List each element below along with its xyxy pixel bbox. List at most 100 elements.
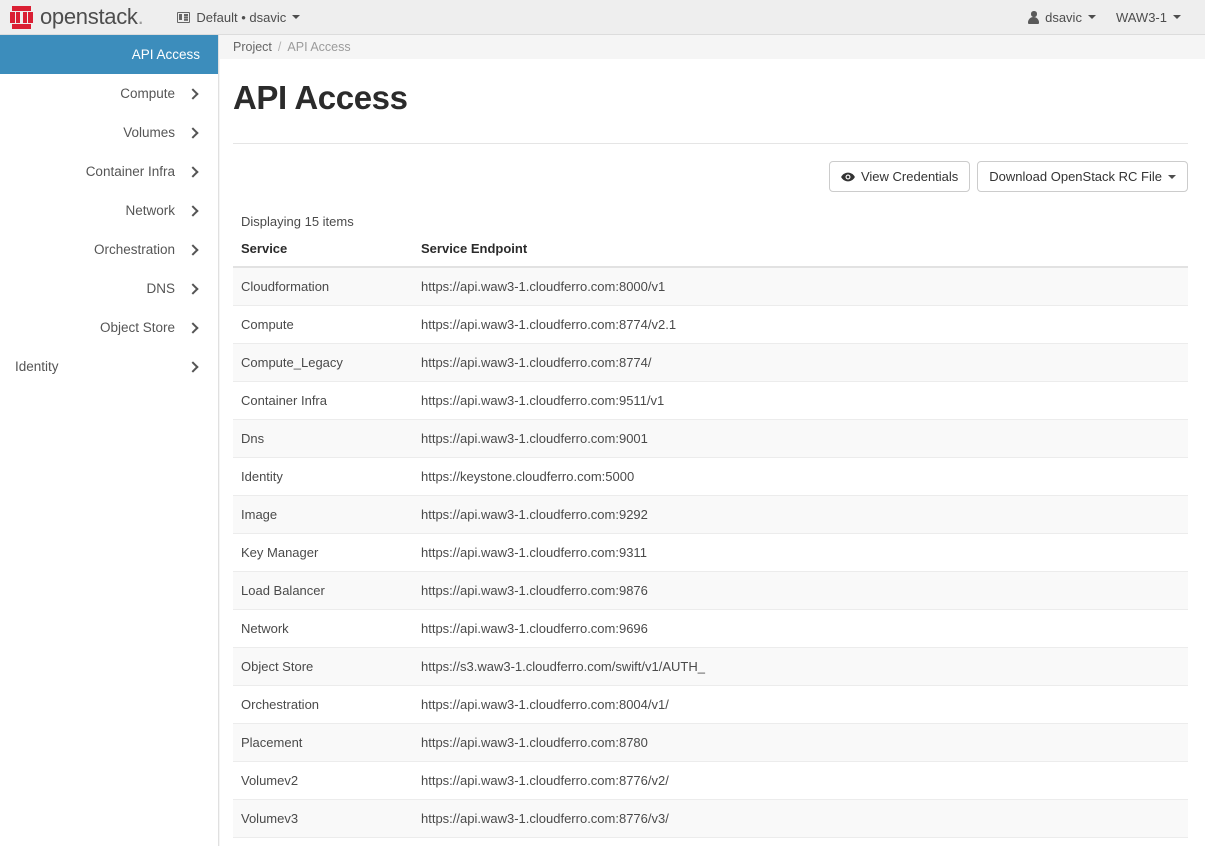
cell-service-endpoint: https://api.waw3-1.cloudferro.com:8776/v…	[413, 761, 1188, 801]
sidebar-item-label: Container Infra	[85, 164, 175, 179]
sidebar-item-network[interactable]: Network	[0, 191, 218, 230]
chevron-right-icon	[187, 243, 200, 256]
column-header-service-endpoint[interactable]: Service Endpoint	[413, 241, 1188, 269]
sidebar-item-label: Volumes	[123, 125, 175, 140]
cell-service-endpoint: https://api.waw3-1.cloudferro.com:8004/v…	[413, 685, 1188, 725]
table-foot: Displaying 15 items	[233, 837, 1188, 846]
cell-service: Compute_Legacy	[233, 343, 413, 383]
sidebar-item-compute[interactable]: Compute	[0, 74, 218, 113]
chevron-right-icon	[187, 87, 200, 100]
table-row: Load Balancer https://api.waw3-1.cloudfer…	[233, 571, 1188, 611]
chevron-right-icon	[187, 360, 200, 373]
openstack-logo-icon	[10, 5, 33, 29]
brand-wordmark: openstack.	[40, 4, 144, 29]
page-title: API Access	[233, 79, 408, 116]
cell-service: Cloudformation	[233, 267, 413, 307]
cell-service: Identity	[233, 457, 413, 497]
region-menu[interactable]: WAW3-1	[1106, 6, 1191, 29]
table-row: Image https://api.waw3-1.cloudferro.com:9…	[233, 495, 1188, 535]
cell-service: Container Infra	[233, 381, 413, 421]
cell-service-endpoint: https://api.waw3-1.cloudferro.com:9311	[413, 533, 1188, 573]
table-head: Service Service Endpoint	[233, 241, 1188, 269]
table-row: Cloudformation https://api.waw3-1.cloudfe…	[233, 267, 1188, 307]
download-rc-file-button[interactable]: Download OpenStack RC File	[977, 161, 1188, 193]
cell-service-endpoint: https://s3.waw3-1.cloudferro.com/swift/v…	[413, 647, 1188, 687]
openstack-brand[interactable]: openstack.	[0, 0, 144, 34]
sidebar-item-container-infra[interactable]: Container Infra	[0, 152, 218, 191]
cell-service: Image	[233, 495, 413, 535]
cell-service-endpoint: https://api.waw3-1.cloudferro.com:8000/v…	[413, 267, 1188, 307]
item-count-bottom: Displaying 15 items	[233, 837, 1188, 846]
sidebar-item-object-store[interactable]: Object Store	[0, 308, 218, 347]
sidebar-item-label: Identity	[15, 359, 59, 374]
brand-dot: .	[137, 4, 144, 29]
table-row: Object Store https://s3.waw3-1.cloudferro…	[233, 647, 1188, 687]
chevron-right-icon	[187, 165, 200, 178]
item-count-top: Displaying 15 items	[241, 214, 354, 230]
download-rc-file-label: Download OpenStack RC File	[989, 169, 1162, 185]
table-row: Compute https://api.waw3-1.cloudferro.com…	[233, 305, 1188, 345]
main-content: Project / API Access API Access View Cre…	[220, 35, 1205, 846]
chevron-down-icon	[1087, 15, 1096, 19]
cell-service: Placement	[233, 723, 413, 763]
column-header-service[interactable]: Service	[233, 241, 413, 269]
cell-service-endpoint: https://api.waw3-1.cloudferro.com:8774/v…	[413, 305, 1188, 345]
breadcrumb-separator: /	[277, 40, 282, 54]
cell-service: Compute	[233, 305, 413, 345]
cell-service-endpoint: https://keystone.cloudferro.com:5000	[413, 457, 1188, 497]
sidebar-item-volumes[interactable]: Volumes	[0, 113, 218, 152]
cell-service-endpoint: https://api.waw3-1.cloudferro.com:8780	[413, 723, 1188, 763]
sidebar-item-label: DNS	[146, 281, 175, 296]
table-row: Volumev3 https://api.waw3-1.cloudferro.co…	[233, 799, 1188, 839]
cell-service-endpoint: https://api.waw3-1.cloudferro.com:9292	[413, 495, 1188, 535]
cell-service: Volumev3	[233, 799, 413, 839]
eye-icon	[841, 172, 855, 182]
sidebar-item-label: API Access	[131, 47, 200, 62]
sidebar-item-identity[interactable]: Identity	[0, 347, 218, 386]
sidebar-item-dns[interactable]: DNS	[0, 269, 218, 308]
project-card-icon	[177, 11, 191, 23]
sidebar-item-api-access[interactable]: API Access	[0, 35, 218, 74]
chevron-right-icon	[187, 126, 200, 139]
sidebar-item-orchestration[interactable]: Orchestration	[0, 230, 218, 269]
view-credentials-button[interactable]: View Credentials	[828, 161, 971, 193]
sidebar-item-label: Compute	[120, 86, 175, 101]
cell-service: Load Balancer	[233, 571, 413, 611]
table-row: Network https://api.waw3-1.cloudferro.com…	[233, 609, 1188, 649]
table-row: Compute_Legacy https://api.waw3-1.cloudfe…	[233, 343, 1188, 383]
sidebar-nav: API Access Compute Volumes Container Infra N…	[0, 35, 218, 386]
table-row: Identity https://keystone.cloudferro.com:…	[233, 457, 1188, 497]
cell-service: Object Store	[233, 647, 413, 687]
sidebar-item-label: Network	[125, 203, 175, 218]
cell-service: Network	[233, 609, 413, 649]
navbar-right-group: dsavic WAW3-1	[1018, 6, 1205, 29]
user-menu-label: dsavic	[1045, 9, 1082, 25]
user-icon	[1028, 11, 1040, 24]
cell-service-endpoint: https://api.waw3-1.cloudferro.com:9696	[413, 609, 1188, 649]
brand-name: openstack	[40, 4, 138, 29]
cell-service-endpoint: https://api.waw3-1.cloudferro.com:9876	[413, 571, 1188, 611]
chevron-right-icon	[187, 204, 200, 217]
sidebar: API Access Compute Volumes Container Infra N…	[0, 35, 219, 846]
context-switcher-label: Default • dsavic	[196, 9, 287, 25]
cell-service: Key Manager	[233, 533, 413, 573]
cell-service-endpoint: https://api.waw3-1.cloudferro.com:9511/v…	[413, 381, 1188, 421]
table-row: Volumev2 https://api.waw3-1.cloudferro.co…	[233, 761, 1188, 801]
sidebar-item-label: Orchestration	[93, 242, 175, 257]
breadcrumb: Project / API Access	[220, 35, 1205, 59]
cell-service: Orchestration	[233, 685, 413, 725]
table-footer-row: Displaying 15 items	[233, 837, 1188, 846]
chevron-right-icon	[187, 282, 200, 295]
caret-down-icon	[1168, 174, 1176, 179]
table-body: Cloudformation https://api.waw3-1.cloudfe…	[233, 267, 1188, 839]
user-menu[interactable]: dsavic	[1018, 6, 1106, 29]
table-row: Container Infra https://api.waw3-1.cloudf…	[233, 381, 1188, 421]
top-navbar: openstack. Default • dsavic dsavic WAW3-…	[0, 0, 1205, 35]
table-row: Key Manager https://api.waw3-1.cloudferro…	[233, 533, 1188, 573]
chevron-down-icon	[1173, 15, 1181, 19]
region-menu-label: WAW3-1	[1115, 9, 1167, 25]
sidebar-item-label: Object Store	[99, 320, 175, 335]
action-toolbar: View Credentials Download OpenStack RC F…	[233, 144, 1188, 193]
context-switcher[interactable]: Default • dsavic	[171, 6, 306, 29]
breadcrumb-item-project[interactable]: Project	[233, 40, 272, 54]
